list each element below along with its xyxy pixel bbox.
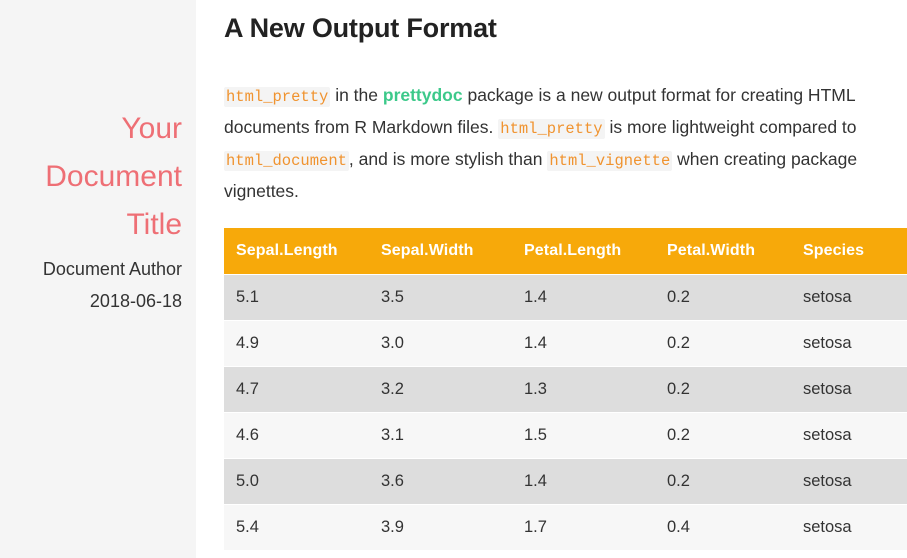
sidebar: Your Document Title Document Author 2018…: [0, 0, 196, 558]
table-body: 5.1 3.5 1.4 0.2 setosa 4.9 3.0 1.4 0.2 setosa 4.7 3…: [224, 274, 907, 550]
table-cell: 0.2: [655, 412, 791, 459]
table-header: Sepal.Length Sepal.Width Petal.Length Petal…: [224, 228, 907, 275]
table-cell: 0.2: [655, 458, 791, 505]
table-cell: setosa: [791, 320, 907, 367]
table-row: 4.6 3.1 1.5 0.2 setosa: [224, 412, 907, 459]
table-cell: 1.4: [512, 274, 655, 321]
main-content: A New Output Format html_pretty in the p…: [196, 0, 907, 558]
document-date: 2018-06-18: [89, 291, 182, 311]
table-cell: 0.2: [655, 320, 791, 367]
table-cell: 5.1: [224, 274, 369, 321]
table-cell: setosa: [791, 458, 907, 505]
table-cell: 1.4: [512, 320, 655, 367]
paragraph-text: in the: [330, 85, 383, 105]
page-title: A New Output Format: [224, 13, 497, 43]
table-cell: 1.7: [512, 504, 655, 550]
table-cell: 3.0: [369, 320, 512, 367]
paragraph-text: is more lightweight compared to: [604, 117, 857, 137]
document-title: Your Document Title: [45, 112, 182, 241]
table-cell: setosa: [791, 504, 907, 550]
table-cell: 0.2: [655, 274, 791, 321]
inline-code-html_document: html_document: [224, 151, 349, 171]
table-cell: 3.5: [369, 274, 512, 321]
table-row: 5.4 3.9 1.7 0.4 setosa: [224, 504, 907, 550]
iris-data-table: Sepal.Length Sepal.Width Petal.Length Petal…: [224, 228, 907, 550]
table-cell: 3.2: [369, 366, 512, 413]
table-cell: 1.5: [512, 412, 655, 459]
table-cell: setosa: [791, 366, 907, 413]
table-cell: 3.6: [369, 458, 512, 505]
inline-code-html_pretty: html_pretty: [498, 119, 605, 139]
table-cell: 5.0: [224, 458, 369, 505]
table-cell: 4.7: [224, 366, 369, 413]
table-column-header-petal-width: Petal.Width: [655, 228, 791, 275]
table-cell: 5.4: [224, 504, 369, 550]
table-row: 4.9 3.0 1.4 0.2 setosa: [224, 320, 907, 367]
table-row: 5.0 3.6 1.4 0.2 setosa: [224, 458, 907, 505]
table-cell: setosa: [791, 412, 907, 459]
table-cell: 0.2: [655, 366, 791, 413]
document-page: Your Document Title Document Author 2018…: [0, 0, 907, 558]
table-column-header-species: Species: [791, 228, 907, 275]
table-cell: 0.4: [655, 504, 791, 550]
document-author: Document Author: [42, 259, 182, 279]
inline-code-html_vignette: html_vignette: [547, 151, 673, 171]
table-row: 4.7 3.2 1.3 0.2 setosa: [224, 366, 907, 413]
table-cell: setosa: [791, 274, 907, 321]
table-cell: 4.6: [224, 412, 369, 459]
table-header-row: Sepal.Length Sepal.Width Petal.Length Petal…: [224, 228, 907, 275]
inline-code-html_pretty: html_pretty: [224, 87, 331, 107]
table-cell: 4.9: [224, 320, 369, 367]
package-link[interactable]: prettydoc: [383, 85, 463, 105]
table-column-header-sepal-length: Sepal.Length: [224, 228, 369, 275]
table-cell: 3.1: [369, 412, 512, 459]
table-cell: 3.9: [369, 504, 512, 550]
table-column-header-petal-length: Petal.Length: [512, 228, 655, 275]
intro-paragraph: html_pretty in the prettydoc package is …: [224, 80, 884, 206]
table-row: 5.1 3.5 1.4 0.2 setosa: [224, 274, 907, 321]
paragraph-text: , and is more stylish than: [348, 149, 548, 169]
table-cell: 1.3: [512, 366, 655, 413]
table-cell: 1.4: [512, 458, 655, 505]
table-column-header-sepal-width: Sepal.Width: [369, 228, 512, 275]
